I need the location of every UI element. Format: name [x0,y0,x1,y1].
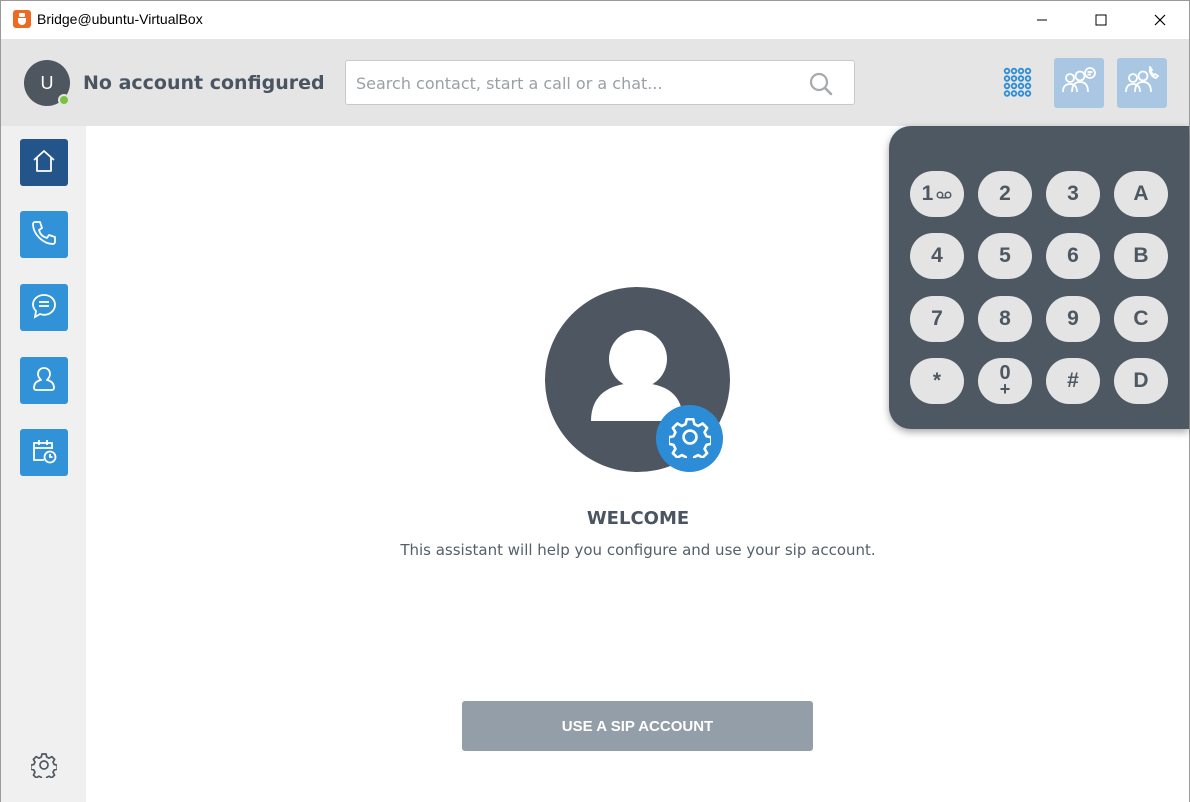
presence-status-icon [58,94,70,106]
dialpad-key-c[interactable]: C [1114,296,1168,342]
dialpad-key-6[interactable]: 6 [1046,233,1100,279]
chat-icon [30,292,58,324]
header-bar: U No account configured [0,39,1190,126]
welcome-title: WELCOME [586,508,690,529]
dialpad-key-a[interactable]: A [1114,171,1168,217]
sidebar-item-home[interactable] [20,139,68,186]
account-status-label: No account configured [83,72,325,94]
sidebar-item-contacts[interactable] [20,357,68,404]
phone-icon [30,219,58,251]
dialpad-key-7[interactable]: 7 [910,296,964,342]
title-bar: Bridge@ubuntu-VirtualBox [0,0,1190,39]
conference-chat-button[interactable] [1054,58,1104,108]
sidebar-item-chats[interactable] [20,284,68,331]
sidebar-item-calls[interactable] [20,211,68,258]
maximize-icon[interactable] [1078,1,1124,39]
dialpad-key-4[interactable]: 4 [910,233,964,279]
dialpad-key-b[interactable]: B [1114,233,1168,279]
dialpad-key-3[interactable]: 3 [1046,171,1100,217]
close-icon[interactable] [1137,1,1183,39]
dialpad-key-star[interactable]: * [910,358,964,404]
dialpad-key-hash[interactable]: # [1046,358,1100,404]
app-logo-icon [13,10,31,28]
search-box[interactable] [345,60,855,105]
dialpad-key-0[interactable]: 0 + [978,358,1032,404]
conference-chat-icon [1060,66,1098,100]
dialpad-key-5[interactable]: 5 [978,233,1032,279]
voicemail-icon [936,182,952,206]
welcome-description: This assistant will help you configure a… [400,541,876,559]
avatar-initial: U [40,72,54,93]
search-input[interactable] [356,72,796,94]
contact-icon [30,365,58,397]
dialpad-toggle-icon[interactable] [1002,67,1032,97]
dialpad-key-9[interactable]: 9 [1046,296,1100,342]
window-title: Bridge@ubuntu-VirtualBox [37,11,203,27]
conference-call-icon [1123,64,1161,100]
dialpad-key-8[interactable]: 8 [978,296,1032,342]
sidebar [0,126,86,802]
home-icon [31,148,57,178]
gear-icon [666,416,713,463]
dialpad-key-2[interactable]: 2 [978,171,1032,217]
dialpad-panel: 1 2 3 A 4 5 6 B 7 8 9 C * 0 + # D [889,126,1189,429]
gear-icon[interactable] [29,752,59,782]
use-sip-account-button[interactable]: USE A SIP ACCOUNT [462,701,813,751]
calendar-clock-icon [30,437,58,469]
conference-call-button[interactable] [1117,58,1167,108]
dialpad-key-d[interactable]: D [1114,358,1168,404]
search-icon[interactable] [808,71,834,97]
sidebar-item-meetings[interactable] [20,429,68,476]
minimize-icon[interactable] [1019,1,1065,39]
dialpad-key-1[interactable]: 1 [910,171,964,217]
welcome-gear-badge [656,405,723,472]
